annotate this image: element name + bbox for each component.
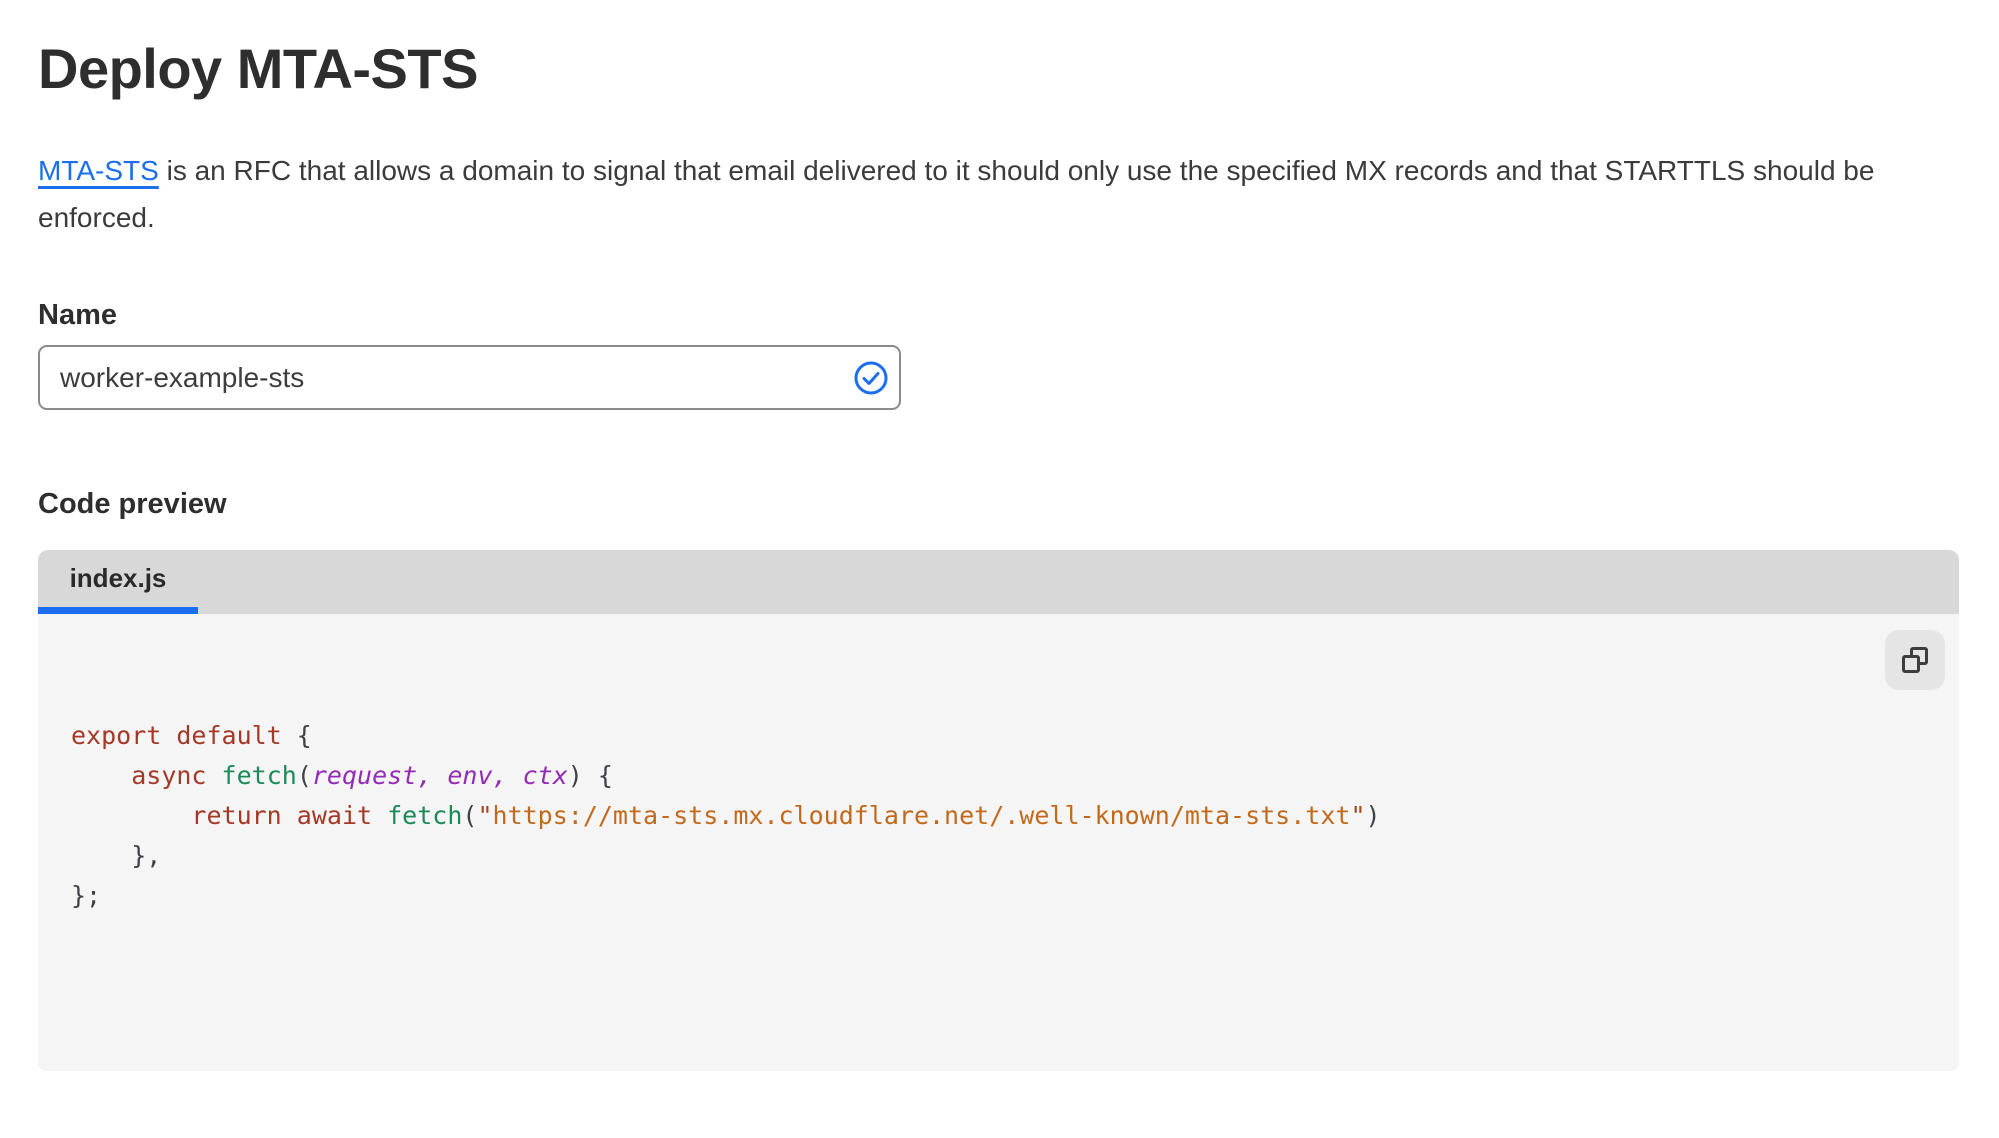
description-text: is an RFC that allows a domain to signal… (38, 155, 1875, 233)
name-label: Name (38, 299, 117, 331)
copy-button[interactable] (1885, 630, 1945, 690)
code-lines: export default { async fetch(request, en… (71, 716, 1959, 916)
code-line: async fetch(request, env, ctx) { (131, 761, 613, 790)
code-line: return await fetch("https://mta-sts.mx.c… (191, 801, 1381, 830)
copy-icon (1902, 647, 1928, 673)
name-input[interactable] (38, 345, 901, 410)
code-preview-label: Code preview (38, 488, 227, 520)
code-line: }; (71, 881, 102, 910)
code-line: export default { (71, 721, 312, 750)
page-title: Deploy MTA-STS (38, 37, 478, 100)
mta-sts-link[interactable]: MTA-STS (38, 155, 159, 186)
code-line: }, (71, 841, 162, 870)
code-body: export default { async fetch(request, en… (38, 614, 1959, 1071)
code-editor: index.js export default { async fetch(re… (38, 550, 1959, 1071)
deploy-mta-sts-page: Deploy MTA-STS MTA-STS is an RFC that al… (0, 34, 1999, 1138)
check-circle-icon (854, 361, 888, 394)
code-tab-bar: index.js (38, 550, 1959, 614)
name-input-wrap (38, 345, 901, 410)
description: MTA-STS is an RFC that allows a domain t… (38, 147, 1928, 241)
tab-index-js[interactable]: index.js (38, 550, 198, 614)
